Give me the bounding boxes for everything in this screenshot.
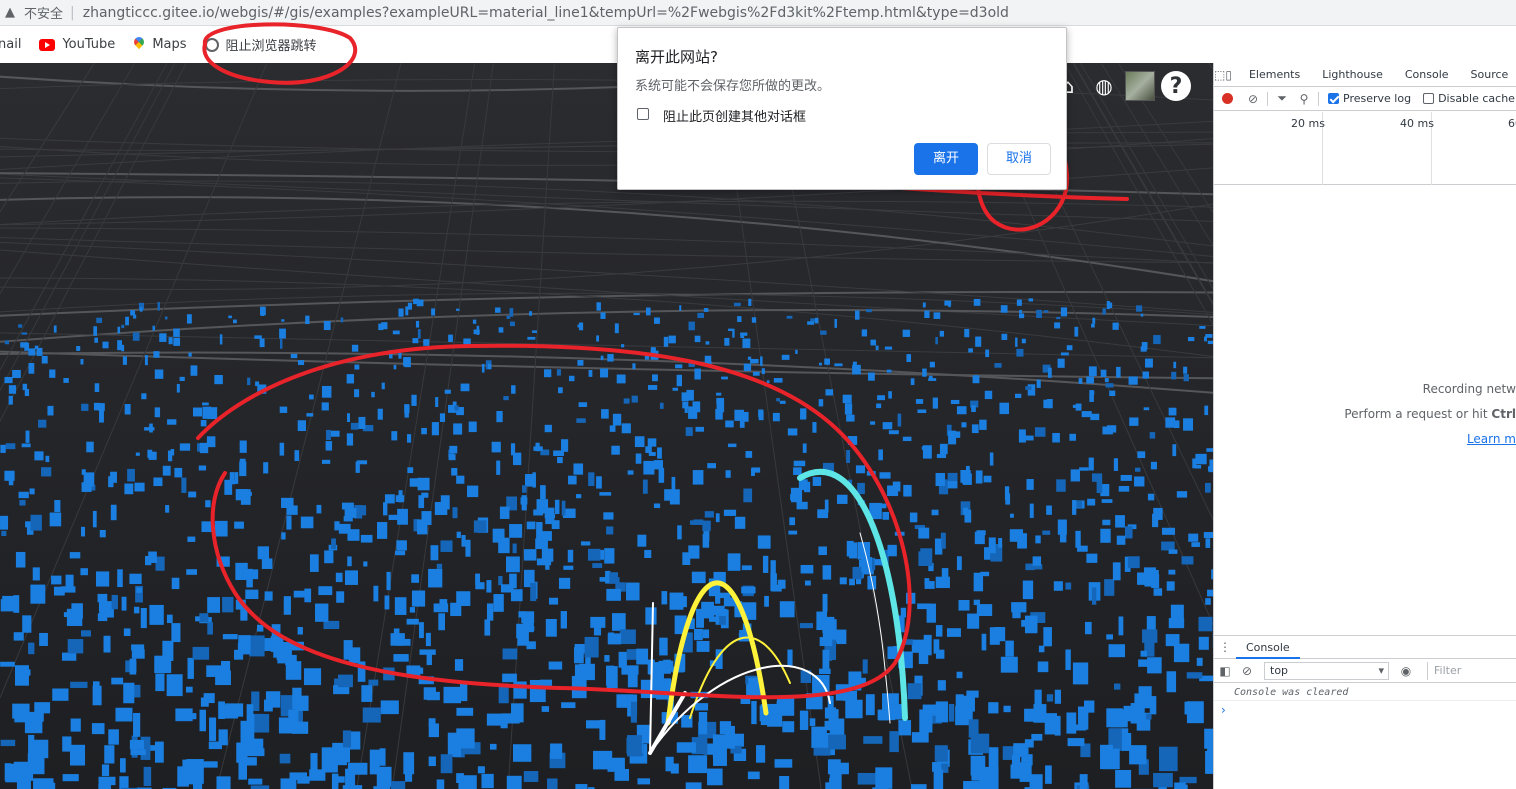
tab-console[interactable]: Console — [1394, 68, 1460, 81]
divider — [1267, 91, 1268, 106]
dialog-message: 系统可能不会保存您所做的更改。 — [635, 79, 831, 94]
help-icon[interactable]: ? — [1161, 71, 1191, 101]
network-toolbar: ⊘ ⏷ ⚲ Preserve log Disable cache — [1214, 87, 1516, 111]
devtools-panel: ⬚ ▯ Elements Lighthouse Console Source ⊘… — [1213, 63, 1516, 789]
filter-icon[interactable]: ⏷ — [1271, 91, 1293, 106]
device-toggle-icon[interactable]: ▯ — [1225, 68, 1232, 82]
bookmark-block-redirect[interactable]: 阻止浏览器跳转 — [204, 35, 317, 54]
record-icon[interactable] — [1222, 93, 1233, 104]
preserve-log-label[interactable]: Preserve log — [1343, 92, 1411, 105]
maps-icon — [133, 37, 145, 53]
network-empty-state: Recording netw Perform a request or hit … — [1344, 377, 1516, 452]
globe-icon — [204, 37, 219, 52]
empty-line-1: Recording netw — [1422, 382, 1516, 396]
timeline-label: 20 ms — [1291, 117, 1325, 130]
block-dialogs-label[interactable]: 阻止此页创建其他对话框 — [663, 106, 806, 125]
context-select[interactable]: top — [1264, 661, 1389, 680]
timeline-label: 60 — [1508, 117, 1516, 130]
bookmark-maps[interactable]: Maps — [133, 37, 186, 53]
leave-site-dialog: 离开此网站? 系统可能不会保存您所做的更改。 阻止此页创建其他对话框 离开 取消 — [617, 27, 1067, 190]
preserve-log-checkbox[interactable] — [1328, 93, 1339, 104]
block-dialogs-checkbox[interactable] — [637, 108, 649, 120]
tab-sources[interactable]: Source — [1460, 68, 1516, 81]
search-icon[interactable]: ⚲ — [1293, 92, 1315, 106]
address-separator: | — [70, 4, 75, 21]
security-label[interactable]: 不安全 — [24, 3, 63, 22]
bookmark-gmail[interactable]: nail — [0, 37, 21, 52]
bookmark-label: 阻止浏览器跳转 — [225, 39, 317, 54]
more-icon[interactable]: ⋮ — [1214, 640, 1236, 654]
cancel-button[interactable]: 取消 — [987, 143, 1051, 175]
drawer-tabbar: ⋮ Console — [1214, 636, 1516, 659]
url-text[interactable]: zhangticcc.gitee.io/webgis/#/gis/example… — [83, 5, 1009, 21]
drawer-tab-console[interactable]: Console — [1236, 636, 1300, 659]
timeline-label: 40 ms — [1400, 117, 1434, 130]
devtools-tabbar: ⬚ ▯ Elements Lighthouse Console Source — [1214, 63, 1516, 87]
leave-button[interactable]: 离开 — [914, 143, 978, 175]
youtube-icon — [39, 38, 56, 51]
empty-line-2-text: Perform a request or hit — [1344, 407, 1492, 421]
clear-console-icon[interactable]: ⊘ — [1236, 664, 1258, 678]
tab-lighthouse[interactable]: Lighthouse — [1311, 68, 1394, 81]
network-timeline: 20 ms 40 ms 60 — [1214, 112, 1516, 185]
divider — [1318, 91, 1319, 106]
console-drawer: ⋮ Console ◧ ⊘ top ◉ Filter Console was c… — [1214, 635, 1516, 789]
eye-icon[interactable]: ◉ — [1395, 664, 1417, 678]
shortcut-key: Ctrl — [1491, 407, 1516, 421]
learn-more-link[interactable]: Learn m — [1344, 427, 1516, 452]
address-bar[interactable]: ▲ 不安全 | zhangticcc.gitee.io/webgis/#/gis… — [0, 0, 1516, 26]
console-cleared-message: Console was cleared — [1214, 683, 1516, 701]
tab-elements[interactable]: Elements — [1238, 68, 1311, 81]
clear-icon[interactable]: ⊘ — [1242, 92, 1264, 106]
disable-cache-checkbox[interactable] — [1423, 93, 1435, 104]
inspect-icon[interactable]: ⬚ — [1214, 68, 1225, 82]
sidebar-toggle-icon[interactable]: ◧ — [1214, 664, 1236, 678]
warning-icon[interactable]: ▲ — [2, 5, 18, 20]
dialog-title: 离开此网站? — [635, 48, 718, 66]
bookmark-label: nail — [0, 37, 22, 52]
bookmark-label: YouTube — [62, 37, 116, 52]
globe-icon[interactable]: ◍ — [1089, 71, 1119, 101]
disable-cache-label[interactable]: Disable cache — [1438, 92, 1515, 105]
map-toolbar: ⌂ ◍ ? — [1053, 71, 1191, 101]
console-prompt[interactable]: › — [1214, 701, 1516, 717]
bookmark-youtube[interactable]: YouTube — [39, 37, 115, 52]
empty-line-2: Perform a request or hit Ctrl — [1344, 402, 1516, 427]
bookmark-label: Maps — [152, 37, 187, 52]
imagery-layer-icon[interactable] — [1125, 71, 1155, 101]
console-toolbar: ◧ ⊘ top ◉ Filter — [1214, 659, 1516, 683]
console-filter-input[interactable]: Filter — [1427, 661, 1507, 680]
